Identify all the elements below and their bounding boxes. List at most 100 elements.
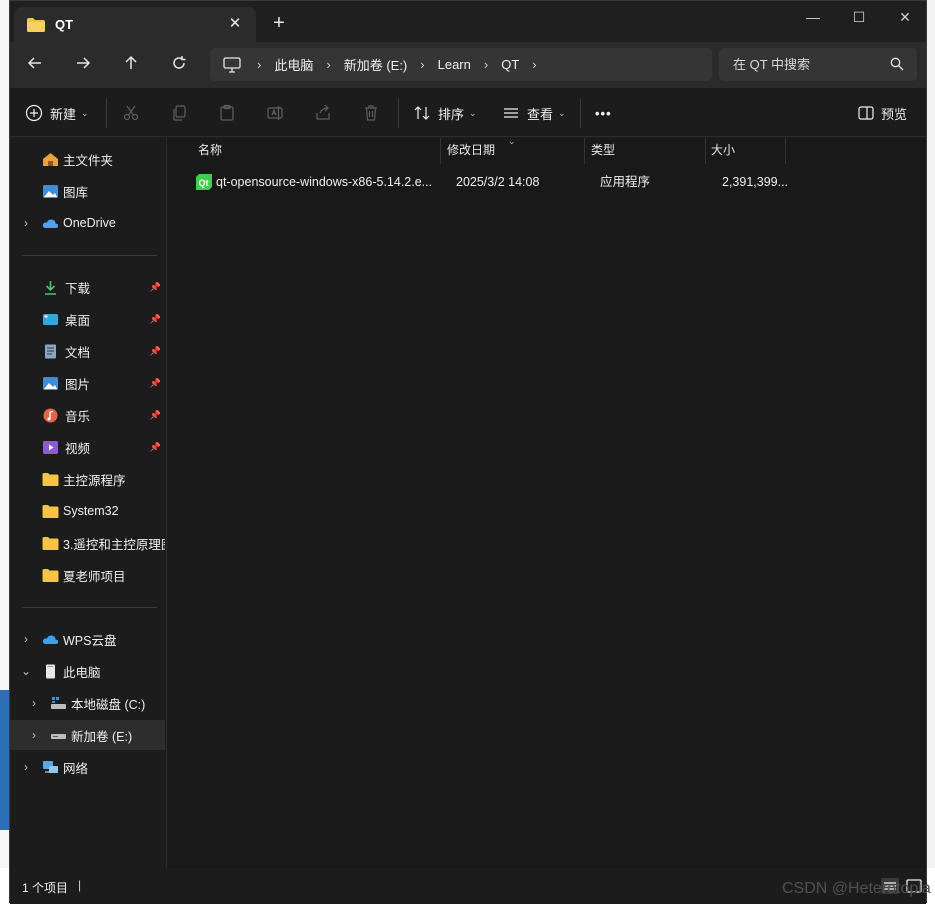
refresh-icon xyxy=(173,56,186,69)
chevron-right-icon[interactable]: › xyxy=(20,216,32,230)
copy-button[interactable] xyxy=(170,102,188,124)
maximize-button[interactable]: ☐ xyxy=(836,6,882,28)
sidebar-item-wps-cloud[interactable]: › WPS云盘 xyxy=(10,624,165,654)
breadcrumb-qt[interactable]: QT xyxy=(501,57,519,72)
toolbar-divider xyxy=(106,98,107,128)
column-header-type[interactable]: 类型 xyxy=(591,138,615,164)
sort-label: 排序 xyxy=(438,106,465,122)
chevron-right-icon[interactable]: › xyxy=(20,760,32,774)
refresh-button[interactable] xyxy=(165,53,193,77)
sidebar-item-this-pc[interactable]: ⌄ 此电脑 xyxy=(10,656,165,686)
pin-icon[interactable]: 📌 xyxy=(150,346,161,357)
sidebar-item-home[interactable]: 主文件夹 xyxy=(10,144,165,174)
drive-e-icon xyxy=(50,728,67,743)
view-button[interactable]: 查看 ⌄ xyxy=(502,102,566,124)
breadcrumb-this-pc[interactable]: 此电脑 xyxy=(274,55,313,74)
breadcrumb-drive-e[interactable]: 新加卷 (E:) xyxy=(344,55,408,74)
share-button[interactable] xyxy=(314,102,332,124)
close-window-button[interactable]: ✕ xyxy=(882,6,928,28)
up-button[interactable] xyxy=(117,53,145,77)
pin-icon[interactable]: 📌 xyxy=(150,410,161,421)
pin-icon[interactable]: 📌 xyxy=(150,314,161,325)
file-type: 应用程序 xyxy=(600,175,651,189)
new-tab-button[interactable]: + xyxy=(269,13,289,33)
file-size: 2,391,399... xyxy=(722,175,788,189)
sidebar-divider xyxy=(22,607,157,608)
home-icon xyxy=(42,152,59,167)
sidebar-item-music[interactable]: 音乐 📌 xyxy=(10,400,165,430)
column-divider[interactable] xyxy=(785,138,786,164)
file-modified: 2025/3/2 14:08 xyxy=(456,175,540,189)
file-name: qt-opensource-windows-x86-5.14.2.e... xyxy=(216,175,433,189)
tab-bar: QT ✕ + — ☐ ✕ xyxy=(10,1,926,42)
folder-icon xyxy=(42,472,59,487)
close-tab-icon[interactable]: ✕ xyxy=(226,15,244,33)
command-bar: 新建 ⌄ 排序 ⌄ 查看 ⌄ ••• 预览 xyxy=(10,88,926,137)
document-icon xyxy=(42,344,59,359)
address-bar[interactable]: › 此电脑 › 新加卷 (E:) › Learn › QT › xyxy=(210,48,712,81)
sort-button[interactable]: 排序 ⌄ xyxy=(413,102,477,124)
status-separator: | xyxy=(78,878,82,892)
table-row[interactable]: Qt qt-opensource-windows-x86-5.14.2.e...… xyxy=(188,170,788,194)
sort-indicator-icon: ⌄ xyxy=(508,136,516,146)
column-divider[interactable] xyxy=(705,138,706,164)
preview-button[interactable]: 预览 xyxy=(857,102,907,124)
paste-button[interactable] xyxy=(218,102,236,124)
chevron-right-icon[interactable]: › xyxy=(28,728,40,742)
search-input[interactable] xyxy=(733,57,883,72)
minimize-button[interactable]: — xyxy=(790,6,836,28)
copy-icon xyxy=(173,105,186,121)
folder-icon xyxy=(27,17,45,32)
new-label: 新建 xyxy=(50,106,77,122)
more-options-button[interactable]: ••• xyxy=(595,102,612,124)
rename-icon xyxy=(267,106,283,120)
sidebar-item-drive-e[interactable]: › 新加卷 (E:) xyxy=(10,720,165,750)
sidebar-item-desktop[interactable]: 桌面 📌 xyxy=(10,304,165,334)
sidebar-item-folder[interactable]: 夏老师项目 xyxy=(10,560,165,590)
sidebar-item-network[interactable]: › 网络 xyxy=(10,752,165,782)
column-header-size[interactable]: 大小 xyxy=(711,138,735,164)
item-count: 1 个项目 xyxy=(22,881,69,895)
back-button[interactable] xyxy=(21,53,49,77)
breadcrumb-learn[interactable]: Learn xyxy=(438,57,471,72)
pin-icon[interactable]: 📌 xyxy=(150,378,161,389)
tab-qt[interactable]: QT ✕ xyxy=(14,7,256,42)
chevron-right-icon[interactable]: › xyxy=(28,696,40,710)
delete-button[interactable] xyxy=(362,102,380,124)
arrow-right-icon xyxy=(77,57,91,69)
chevron-right-icon[interactable]: › xyxy=(20,632,32,646)
chevron-right-icon[interactable]: › xyxy=(532,57,536,72)
network-icon xyxy=(42,760,59,775)
trash-icon xyxy=(365,105,377,121)
sidebar-item-videos[interactable]: 视频 📌 xyxy=(10,432,165,462)
sidebar-item-folder[interactable]: 主控源程序 xyxy=(10,464,165,494)
column-header-modified[interactable]: 修改日期 xyxy=(447,138,495,164)
sidebar-item-documents[interactable]: 文档 📌 xyxy=(10,336,165,366)
new-button[interactable]: 新建 ⌄ xyxy=(25,102,89,124)
column-header-name[interactable]: 名称 xyxy=(198,138,222,164)
folder-icon xyxy=(42,504,59,519)
wps-cloud-icon xyxy=(42,632,59,647)
sidebar-item-folder[interactable]: 3.遥控和主控原理图 xyxy=(10,528,165,558)
sidebar-item-pictures[interactable]: 图片 📌 xyxy=(10,368,165,398)
chevron-right-icon: › xyxy=(483,57,489,72)
sidebar-item-onedrive[interactable]: › OneDrive xyxy=(10,208,165,238)
arrow-up-icon xyxy=(125,55,137,69)
sidebar-item-downloads[interactable]: 下载 📌 xyxy=(10,272,165,302)
pin-icon[interactable]: 📌 xyxy=(150,442,161,453)
search-icon[interactable] xyxy=(890,57,904,74)
rename-button[interactable] xyxy=(266,102,284,124)
chevron-down-icon[interactable]: ⌄ xyxy=(20,664,32,678)
preview-label: 预览 xyxy=(881,106,908,122)
list-view-icon xyxy=(504,108,518,118)
chevron-down-icon: ⌄ xyxy=(558,107,566,118)
forward-button[interactable] xyxy=(69,53,97,77)
sidebar-item-folder[interactable]: System32 xyxy=(10,496,165,526)
cut-button[interactable] xyxy=(122,102,140,124)
column-divider[interactable] xyxy=(584,138,585,164)
column-divider[interactable] xyxy=(440,138,441,164)
navigation-bar: › 此电脑 › 新加卷 (E:) › Learn › QT › xyxy=(10,42,926,88)
pin-icon[interactable]: 📌 xyxy=(150,282,161,293)
sidebar-item-gallery[interactable]: 图库 xyxy=(10,176,165,206)
sidebar-item-drive-c[interactable]: › 本地磁盘 (C:) xyxy=(10,688,165,718)
